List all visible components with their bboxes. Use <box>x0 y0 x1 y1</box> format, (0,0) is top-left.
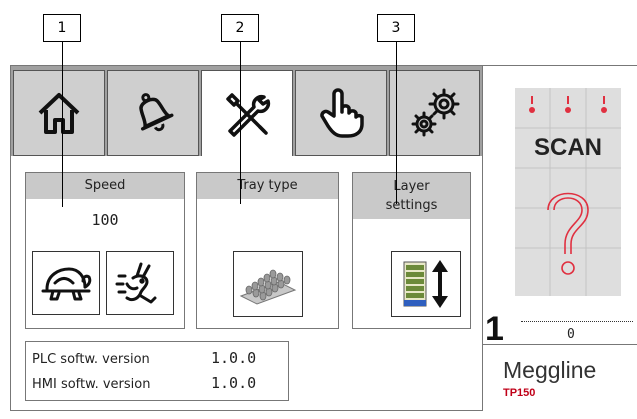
brand-block: Meggline TP150 <box>483 344 637 413</box>
count-divider <box>521 321 633 322</box>
callout-3: 3 <box>377 14 415 42</box>
count-value: 0 <box>567 327 575 342</box>
layer-settings-button[interactable] <box>391 251 461 317</box>
callout-3-leader <box>396 42 397 204</box>
callout-2-leader <box>240 42 241 204</box>
brand-name: Meggline <box>503 357 597 383</box>
scan-grid-graphic <box>515 88 621 296</box>
turtle-icon <box>41 267 92 301</box>
speed-slow-button[interactable] <box>32 251 100 315</box>
tab-bar <box>11 66 482 156</box>
hmi-version-label: HMI softw. version <box>32 377 151 392</box>
tab-manual[interactable] <box>295 70 387 156</box>
gears-icon <box>411 88 459 137</box>
callout-1: 1 <box>43 14 81 42</box>
plc-version-value: 1.0.0 <box>211 349 257 367</box>
rabbit-icon <box>115 262 157 304</box>
speed-title: Speed <box>26 173 184 199</box>
speed-value[interactable]: 100 <box>26 211 184 229</box>
callout-2: 2 <box>221 14 259 42</box>
plc-version-label: PLC softw. version <box>32 352 150 367</box>
hmi-screen: Speed 100 Tray type Layer settings PLC s… <box>10 65 483 411</box>
brand-model: TP150 <box>503 387 536 399</box>
tray-type-button[interactable] <box>233 251 303 317</box>
speed-panel: Speed 100 <box>25 172 185 329</box>
software-version-box: PLC softw. version 1.0.0 HMI softw. vers… <box>25 341 289 401</box>
bell-icon <box>139 93 174 132</box>
status-side-panel: SCAN 1 0 Meggline TP150 <box>483 65 637 411</box>
layer-stack-arrows-icon <box>403 260 448 308</box>
layer-settings-title: Layer settings <box>353 173 470 219</box>
egg-tray-icon <box>239 269 297 305</box>
scan-card[interactable]: SCAN <box>515 88 621 296</box>
speed-fast-button[interactable] <box>106 251 174 315</box>
home-icon <box>38 93 80 134</box>
callout-1-leader <box>62 42 63 207</box>
tab-tools[interactable] <box>201 70 293 156</box>
layer-settings-title-line1: Layer <box>393 179 430 194</box>
tray-type-title: Tray type <box>197 173 338 199</box>
hmi-version-value: 1.0.0 <box>211 374 257 392</box>
tab-home[interactable] <box>13 70 105 156</box>
tab-alarms[interactable] <box>107 70 199 156</box>
tab-settings[interactable] <box>389 70 480 156</box>
layer-settings-title-line2: settings <box>385 198 438 213</box>
tray-type-panel: Tray type <box>196 172 339 329</box>
layer-settings-panel: Layer settings <box>352 172 471 329</box>
scan-label: SCAN <box>533 134 602 161</box>
tools-icon <box>226 92 271 137</box>
hand-pointer-icon <box>320 88 364 138</box>
question-mark-icon <box>547 192 589 254</box>
